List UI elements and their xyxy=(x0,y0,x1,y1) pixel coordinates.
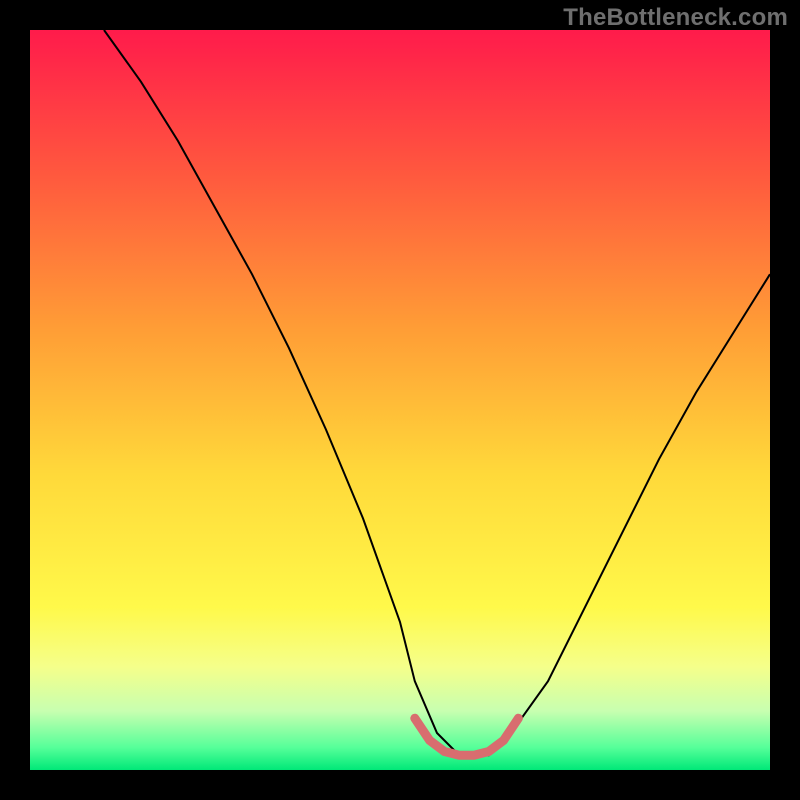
watermark-text: TheBottleneck.com xyxy=(563,4,788,32)
gradient-background xyxy=(30,30,770,770)
plot-area xyxy=(30,30,770,770)
chart-stage: TheBottleneck.com xyxy=(0,0,800,800)
chart-svg xyxy=(30,30,770,770)
